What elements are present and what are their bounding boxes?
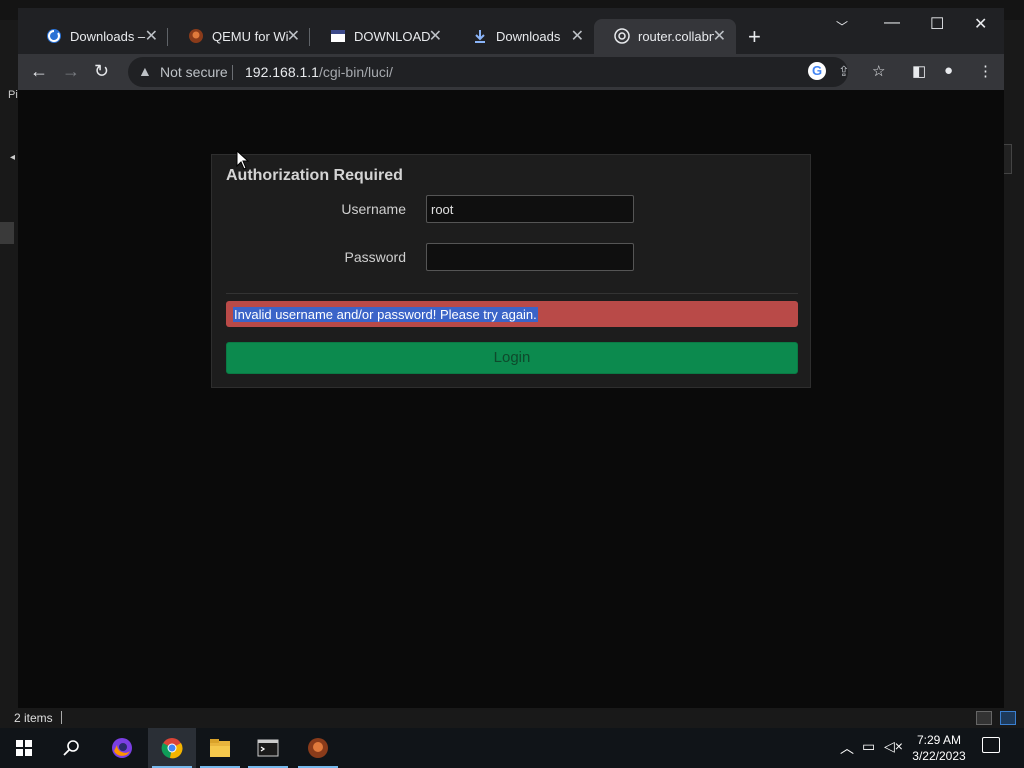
mouse-cursor-icon [236, 150, 250, 170]
minimize-icon[interactable]: — [884, 14, 900, 32]
clock-time: 7:29 AM [916, 733, 962, 747]
downloads-site-icon [47, 29, 61, 43]
item-count: 2 items [14, 711, 53, 725]
url-path: /cgi-bin/luci/ [318, 64, 393, 80]
router-globe-icon [614, 28, 630, 44]
username-input[interactable] [426, 195, 634, 223]
share-icon[interactable]: ⇪ [838, 63, 850, 80]
browser-toolbar: ← → ↻ ▲ Not secure 192.168.1.1/cgi-bin/l… [18, 54, 1004, 90]
background-window-left-pane [0, 20, 18, 710]
close-tab-icon[interactable]: ✕ [713, 26, 726, 46]
tab-router[interactable]: router.collabne ✕ [594, 19, 736, 54]
network-icon[interactable]: ▭ [862, 738, 875, 755]
profile-icon[interactable]: ● [944, 62, 953, 79]
firefox-icon [112, 738, 132, 758]
chrome-icon [161, 738, 183, 759]
tab-strip: Downloads – L ✕ QEMU for Win ✕ DOWNLOADI… [18, 8, 1004, 54]
tab-downloads-site[interactable]: Downloads – L ✕ [26, 19, 168, 54]
taskbar-file-explorer[interactable] [196, 728, 244, 768]
taskbar-chrome[interactable] [148, 728, 196, 768]
auth-panel: Authorization Required Username Password… [211, 154, 811, 388]
warning-icon[interactable]: ▲ [138, 63, 152, 79]
qemu-icon [308, 738, 328, 758]
omnibox-divider [232, 65, 233, 80]
close-tab-icon[interactable]: ✕ [145, 26, 158, 46]
file-explorer-icon [210, 739, 230, 757]
menu-kebab-icon[interactable]: ⋮ [978, 62, 993, 80]
search-icon [63, 740, 79, 756]
tab-search-chevron-icon[interactable]: ﹀ [836, 18, 848, 35]
url-text[interactable]: 192.168.1.1/cgi-bin/luci/ [245, 64, 393, 80]
background-window-label: Pi [8, 89, 18, 101]
notifications-icon[interactable] [982, 737, 1000, 753]
chrome-downloads-icon [475, 30, 485, 43]
explorer-status-bar: 2 items [0, 708, 1024, 728]
tab-downloading[interactable]: DOWNLOADIN ✕ [310, 19, 452, 54]
qemu-icon [189, 29, 203, 43]
large-icons-view-icon[interactable] [1000, 711, 1016, 725]
status-separator [61, 711, 62, 724]
taskbar-terminal[interactable] [244, 728, 292, 768]
security-label[interactable]: Not secure [160, 64, 228, 80]
show-hidden-icons-chevron-icon[interactable]: ︿ [840, 738, 854, 758]
system-clock[interactable]: 7:29 AM 3/22/2023 [900, 732, 978, 764]
details-view-icon[interactable] [976, 711, 992, 725]
divider [226, 293, 798, 294]
start-icon [16, 740, 32, 756]
side-panel-icon[interactable]: ◧ [912, 62, 926, 80]
search-button[interactable] [48, 728, 96, 768]
forward-icon[interactable]: → [62, 61, 80, 82]
tab-label: router.collabne [638, 29, 714, 44]
taskbar-firefox[interactable] [98, 728, 146, 768]
password-input[interactable] [426, 243, 634, 271]
background-window-selection [0, 222, 14, 244]
auth-title: Authorization Required [226, 167, 403, 184]
tab-label: QEMU for Win [212, 29, 288, 44]
chevron-left-icon: ◂ [10, 152, 16, 163]
background-window-right-pane [1004, 20, 1024, 710]
start-button[interactable] [0, 728, 48, 768]
close-tab-icon[interactable]: ✕ [571, 26, 584, 46]
back-icon[interactable]: ← [30, 61, 48, 82]
page-content: Authorization Required Username Password… [18, 90, 1004, 708]
error-message: Invalid username and/or password! Please… [233, 307, 538, 322]
url-host: 192.168.1.1 [245, 64, 319, 80]
login-button[interactable]: Login [226, 342, 798, 374]
close-tab-icon[interactable]: ✕ [287, 26, 300, 46]
reload-icon[interactable]: ↻ [94, 61, 109, 82]
close-window-icon[interactable]: ✕ [974, 14, 987, 34]
windows-taskbar: ︿ ▭ ◁× 7:29 AM 3/22/2023 [0, 728, 1024, 768]
new-tab-icon[interactable]: + [748, 24, 761, 50]
close-tab-icon[interactable]: ✕ [429, 26, 442, 46]
download-page-icon [331, 30, 345, 42]
clock-date: 3/22/2023 [912, 749, 966, 763]
tab-qemu[interactable]: QEMU for Win ✕ [168, 19, 310, 54]
tab-downloads[interactable]: Downloads ✕ [452, 19, 594, 54]
taskbar-qemu[interactable] [294, 728, 342, 768]
password-label: Password [344, 249, 406, 265]
username-label: Username [341, 201, 406, 217]
address-bar[interactable]: ▲ Not secure 192.168.1.1/cgi-bin/luci/ G… [128, 57, 850, 87]
terminal-icon [257, 739, 279, 757]
google-icon[interactable]: G [808, 62, 826, 80]
bookmark-star-icon[interactable]: ☆ [872, 62, 885, 80]
maximize-icon[interactable]: ☐ [930, 14, 944, 34]
error-alert: Invalid username and/or password! Please… [226, 301, 798, 327]
tab-label: Downloads [496, 29, 561, 44]
tab-label: DOWNLOADIN [354, 29, 430, 44]
browser-window: Downloads – L ✕ QEMU for Win ✕ DOWNLOADI… [18, 8, 1004, 90]
tab-label: Downloads – L [70, 29, 146, 44]
